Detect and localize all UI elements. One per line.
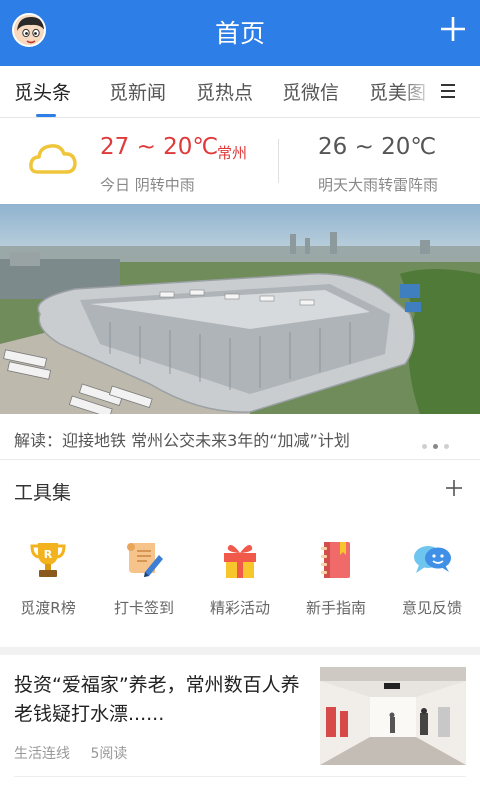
chat-bubbles-icon bbox=[414, 546, 451, 573]
news-title[interactable]: 投资“爱福家”养老，常州数百人养老钱疑打水漂...... bbox=[14, 671, 310, 729]
top-bar: 首页 bbox=[0, 0, 480, 66]
cloud-icon bbox=[28, 139, 78, 177]
carousel-dot[interactable] bbox=[422, 444, 427, 449]
tab-news[interactable]: 觅新闻 bbox=[109, 78, 166, 105]
tabs-fade bbox=[400, 66, 435, 116]
category-tabs: 觅头条 觅新闻 觅热点 觅微信 觅美图 bbox=[0, 66, 480, 118]
menu-icon[interactable] bbox=[436, 79, 460, 103]
news-thumbnail[interactable] bbox=[320, 667, 466, 765]
tool-label: 精彩活动 bbox=[209, 599, 270, 617]
news-meta: 生活连线 5阅读 bbox=[14, 743, 143, 763]
tab-hot[interactable]: 觅热点 bbox=[196, 78, 253, 105]
add-button[interactable] bbox=[438, 14, 468, 44]
tool-label: 新手指南 bbox=[305, 599, 366, 617]
tool-checkin[interactable]: 打卡签到 bbox=[96, 539, 192, 618]
scroll-pen-icon bbox=[127, 543, 163, 577]
weather-tomorrow-desc: 明天大雨转雷阵雨 bbox=[318, 176, 439, 194]
news-item[interactable]: 投资“爱福家”养老，常州数百人养老钱疑打水漂...... 生活连线 5阅读 bbox=[0, 655, 480, 800]
gift-icon bbox=[224, 545, 256, 578]
plus-icon[interactable] bbox=[444, 478, 464, 498]
tool-ranking[interactable]: R 觅渡R榜 bbox=[0, 539, 96, 618]
tool-guide[interactable]: 新手指南 bbox=[288, 539, 384, 618]
news-source: 生活连线 bbox=[14, 746, 70, 762]
tool-label: 意见反馈 bbox=[401, 599, 462, 617]
tool-label: 打卡签到 bbox=[113, 599, 174, 617]
notebook-icon bbox=[321, 542, 350, 578]
page-title: 首页 bbox=[214, 19, 265, 48]
trophy-icon: R bbox=[30, 543, 66, 577]
tools-section: 工具集 R 觅渡R榜 打卡签到 精彩活动 新手指南 意见反馈 bbox=[0, 461, 480, 647]
carousel-dot-active[interactable] bbox=[433, 444, 438, 449]
weather-today-desc: 今日 阴转中雨 bbox=[100, 176, 195, 194]
active-tab-indicator bbox=[36, 114, 56, 117]
weather-widget[interactable]: 27 ~ 20℃ 常州 今日 阴转中雨 26 ~ 20℃ 明天大雨转雷阵雨 bbox=[0, 119, 480, 203]
tab-wechat[interactable]: 觅微信 bbox=[282, 78, 339, 105]
tools-title: 工具集 bbox=[14, 482, 72, 504]
weather-divider bbox=[278, 139, 279, 183]
tool-activities[interactable]: 精彩活动 bbox=[192, 539, 288, 618]
plus-icon bbox=[441, 17, 465, 41]
carousel-dot[interactable] bbox=[444, 444, 449, 449]
banner-caption-bar[interactable]: 解读：迎接地铁 常州公交未来3年的“加减”计划 bbox=[0, 414, 480, 460]
city-label: 常州 bbox=[217, 144, 248, 162]
tab-headlines[interactable]: 觅头条 bbox=[14, 78, 71, 105]
section-gap bbox=[0, 647, 480, 655]
news-divider bbox=[14, 776, 466, 777]
temperature-tomorrow: 26 ~ 20℃ bbox=[318, 134, 437, 160]
tool-label: 觅渡R榜 bbox=[20, 599, 76, 617]
svg-text:R: R bbox=[44, 548, 53, 561]
news-reads: 5阅读 bbox=[90, 746, 128, 762]
tool-feedback[interactable]: 意见反馈 bbox=[384, 539, 480, 618]
carousel-dots bbox=[422, 434, 455, 449]
temperature-today: 27 ~ 20℃ bbox=[100, 134, 219, 160]
banner-image[interactable] bbox=[0, 204, 480, 414]
banner-caption[interactable]: 解读：迎接地铁 常州公交未来3年的“加减”计划 bbox=[14, 427, 350, 451]
